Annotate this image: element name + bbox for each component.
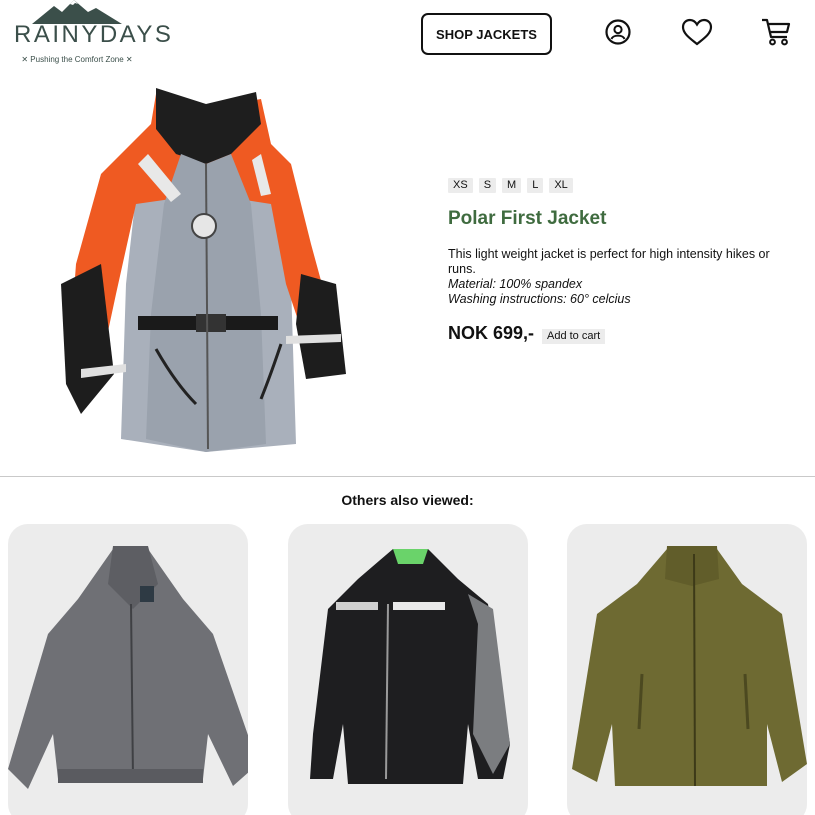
- size-xs[interactable]: XS: [448, 178, 473, 193]
- product-price: NOK 699,-: [448, 323, 535, 343]
- product-washing-instructions: Washing instructions: 60° celcius: [448, 292, 631, 306]
- others-also-viewed-heading: Others also viewed:: [341, 492, 474, 508]
- size-l[interactable]: L: [527, 178, 544, 193]
- polar-first-jacket-image: [61, 88, 346, 452]
- related-product-card-3[interactable]: [567, 524, 807, 815]
- heart-icon[interactable]: [681, 16, 713, 48]
- grey-bomber-jacket-image: [8, 546, 248, 789]
- logo-wordmark: RAINYDAYS: [14, 21, 174, 48]
- product-image: [56, 84, 346, 454]
- product-material: Material: 100% spandex: [448, 277, 583, 291]
- black-scott-motorcycle-jacket-image: [310, 549, 510, 784]
- logo-tagline: ✕ Pushing the Comfort Zone ✕: [21, 55, 133, 64]
- add-to-cart-button[interactable]: Add to cart: [542, 329, 606, 344]
- product-description: This light weight jacket is perfect for …: [448, 247, 770, 276]
- header: RAINYDAYS ✕ Pushing the Comfort Zone ✕ S…: [0, 0, 815, 72]
- account-icon[interactable]: [602, 16, 634, 48]
- product-title: Polar First Jacket: [448, 208, 607, 229]
- size-m[interactable]: M: [502, 178, 522, 193]
- cart-icon[interactable]: [760, 16, 792, 48]
- shop-jackets-button[interactable]: SHOP JACKETS: [421, 13, 552, 55]
- section-divider: [0, 476, 815, 477]
- size-xl[interactable]: XL: [549, 178, 573, 193]
- related-product-card-1[interactable]: [8, 524, 248, 815]
- olive-fleece-jacket-image: [572, 546, 807, 787]
- related-product-card-2[interactable]: [288, 524, 528, 815]
- logo[interactable]: RAINYDAYS ✕ Pushing the Comfort Zone ✕: [14, 0, 174, 68]
- size-s[interactable]: S: [478, 178, 497, 193]
- size-selector: XS S M L XL: [448, 178, 573, 193]
